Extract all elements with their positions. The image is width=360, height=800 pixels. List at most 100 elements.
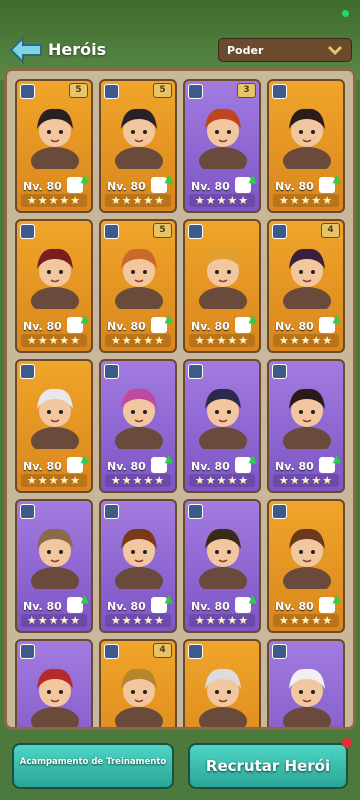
hero-star-rating: ★★★★★ — [105, 334, 171, 347]
hero-class-icon — [272, 504, 287, 519]
hero-card[interactable]: 5 Nv. 80 ▲ ★★★★★ — [99, 79, 177, 213]
hero-portrait — [199, 108, 247, 169]
hero-tier-badge: 5 — [153, 83, 172, 98]
hero-class-icon — [104, 504, 119, 519]
hero-card[interactable]: Nv. 80 ▲ ★★★★★ — [99, 499, 177, 633]
hero-level: Nv. 80 — [191, 320, 230, 333]
hero-star-rating: ★★★★★ — [189, 194, 255, 207]
upgrade-arrow-icon: ▲ — [164, 452, 173, 465]
hero-card[interactable]: Nv. 80 ▲ ★★★★★ — [183, 359, 261, 493]
hero-portrait — [199, 528, 247, 589]
hero-portrait — [31, 668, 79, 727]
hero-star-rating: ★★★★★ — [273, 474, 339, 487]
hero-portrait — [199, 388, 247, 449]
hero-card[interactable]: 5 Nv. 80 ▲ ★★★★★ — [99, 219, 177, 353]
hero-tier-badge: 3 — [237, 83, 256, 98]
hero-portrait — [199, 668, 247, 727]
hero-level: Nv. 80 — [191, 600, 230, 613]
hero-portrait — [31, 528, 79, 589]
hero-tier-badge: 4 — [153, 643, 172, 658]
hero-level: Nv. 80 — [107, 180, 146, 193]
hero-card[interactable] — [15, 639, 93, 727]
hero-class-icon — [188, 504, 203, 519]
sort-dropdown-value: Poder — [227, 44, 264, 57]
upgrade-arrow-icon: ▲ — [164, 312, 173, 325]
hero-class-icon — [188, 224, 203, 239]
hero-class-icon — [104, 84, 119, 99]
hero-card[interactable]: Nv. 80 ▲ ★★★★★ — [15, 219, 93, 353]
hero-tier-badge: 4 — [321, 223, 340, 238]
hero-star-rating: ★★★★★ — [21, 194, 87, 207]
hero-star-rating: ★★★★★ — [105, 614, 171, 627]
upgrade-arrow-icon: ▲ — [80, 452, 89, 465]
hero-portrait — [199, 248, 247, 309]
hero-card[interactable]: Nv. 80 ▲ ★★★★★ — [15, 499, 93, 633]
hero-tier-badge: 5 — [69, 83, 88, 98]
hero-class-icon — [272, 364, 287, 379]
hero-card[interactable]: 4 — [99, 639, 177, 727]
hero-portrait — [283, 248, 331, 309]
hero-portrait — [115, 248, 163, 309]
upgrade-arrow-icon: ▲ — [248, 172, 257, 185]
hero-level: Nv. 80 — [23, 320, 62, 333]
upgrade-arrow-icon: ▲ — [332, 592, 341, 605]
hero-card[interactable]: Nv. 80 ▲ ★★★★★ — [183, 219, 261, 353]
hero-class-icon — [104, 644, 119, 659]
training-camp-button[interactable]: Acampamento de Treinamento — [12, 743, 174, 789]
upgrade-arrow-icon: ▲ — [248, 592, 257, 605]
upgrade-arrow-icon: ▲ — [164, 592, 173, 605]
hero-card[interactable]: 3 Nv. 80 ▲ ★★★★★ — [183, 79, 261, 213]
hero-level: Nv. 80 — [23, 180, 62, 193]
hero-card[interactable]: Nv. 80 ▲ ★★★★★ — [267, 499, 345, 633]
hero-level: Nv. 80 — [275, 320, 314, 333]
hero-level: Nv. 80 — [107, 320, 146, 333]
hero-class-icon — [272, 644, 287, 659]
training-camp-label: Acampamento de Treinamento — [19, 757, 167, 767]
hero-level: Nv. 80 — [107, 460, 146, 473]
hero-star-rating: ★★★★★ — [105, 194, 171, 207]
hero-star-rating: ★★★★★ — [105, 474, 171, 487]
hero-card[interactable]: Nv. 80 ▲ ★★★★★ — [15, 359, 93, 493]
hero-portrait — [31, 388, 79, 449]
back-arrow-icon[interactable] — [9, 36, 43, 64]
hero-portrait — [283, 388, 331, 449]
hero-card[interactable] — [267, 639, 345, 727]
hero-portrait — [283, 528, 331, 589]
hero-list-panel[interactable]: 5 Nv. 80 ▲ ★★★★★ 5 Nv. 80 ▲ ★★★★★ 3 Nv. 80 ▲ ★★★★★ N… — [4, 68, 356, 730]
hero-card[interactable]: Nv. 80 ▲ ★★★★★ — [183, 499, 261, 633]
hero-level: Nv. 80 — [191, 180, 230, 193]
page-title: Heróis — [48, 40, 107, 59]
hero-level: Nv. 80 — [107, 600, 146, 613]
hero-card[interactable]: Nv. 80 ▲ ★★★★★ — [267, 359, 345, 493]
hero-class-icon — [188, 84, 203, 99]
hero-portrait — [115, 108, 163, 169]
hero-star-rating: ★★★★★ — [273, 614, 339, 627]
hero-portrait — [283, 668, 331, 727]
hero-card[interactable] — [183, 639, 261, 727]
hero-class-icon — [20, 364, 35, 379]
hero-class-icon — [272, 224, 287, 239]
hero-card[interactable]: Nv. 80 ▲ ★★★★★ — [99, 359, 177, 493]
upgrade-arrow-icon: ▲ — [80, 312, 89, 325]
hero-portrait — [115, 668, 163, 727]
upgrade-arrow-icon: ▲ — [248, 452, 257, 465]
hero-star-rating: ★★★★★ — [273, 194, 339, 207]
hero-level: Nv. 80 — [191, 460, 230, 473]
hero-card[interactable]: Nv. 80 ▲ ★★★★★ — [267, 79, 345, 213]
recruit-hero-button[interactable]: Recrutar Herói — [188, 743, 348, 789]
upgrade-arrow-icon: ▲ — [248, 312, 257, 325]
recruit-hero-label: Recrutar Herói — [205, 757, 331, 775]
hero-star-rating: ★★★★★ — [21, 334, 87, 347]
hero-portrait — [115, 388, 163, 449]
upgrade-arrow-icon: ▲ — [164, 172, 173, 185]
hero-card[interactable]: 4 Nv. 80 ▲ ★★★★★ — [267, 219, 345, 353]
hero-card[interactable]: 5 Nv. 80 ▲ ★★★★★ — [15, 79, 93, 213]
hero-level: Nv. 80 — [23, 460, 62, 473]
sort-dropdown[interactable]: Poder — [218, 38, 352, 62]
hero-class-icon — [104, 364, 119, 379]
hero-class-icon — [104, 224, 119, 239]
notification-badge — [342, 738, 352, 748]
hero-class-icon — [20, 504, 35, 519]
hero-class-icon — [188, 644, 203, 659]
upgrade-arrow-icon: ▲ — [332, 312, 341, 325]
